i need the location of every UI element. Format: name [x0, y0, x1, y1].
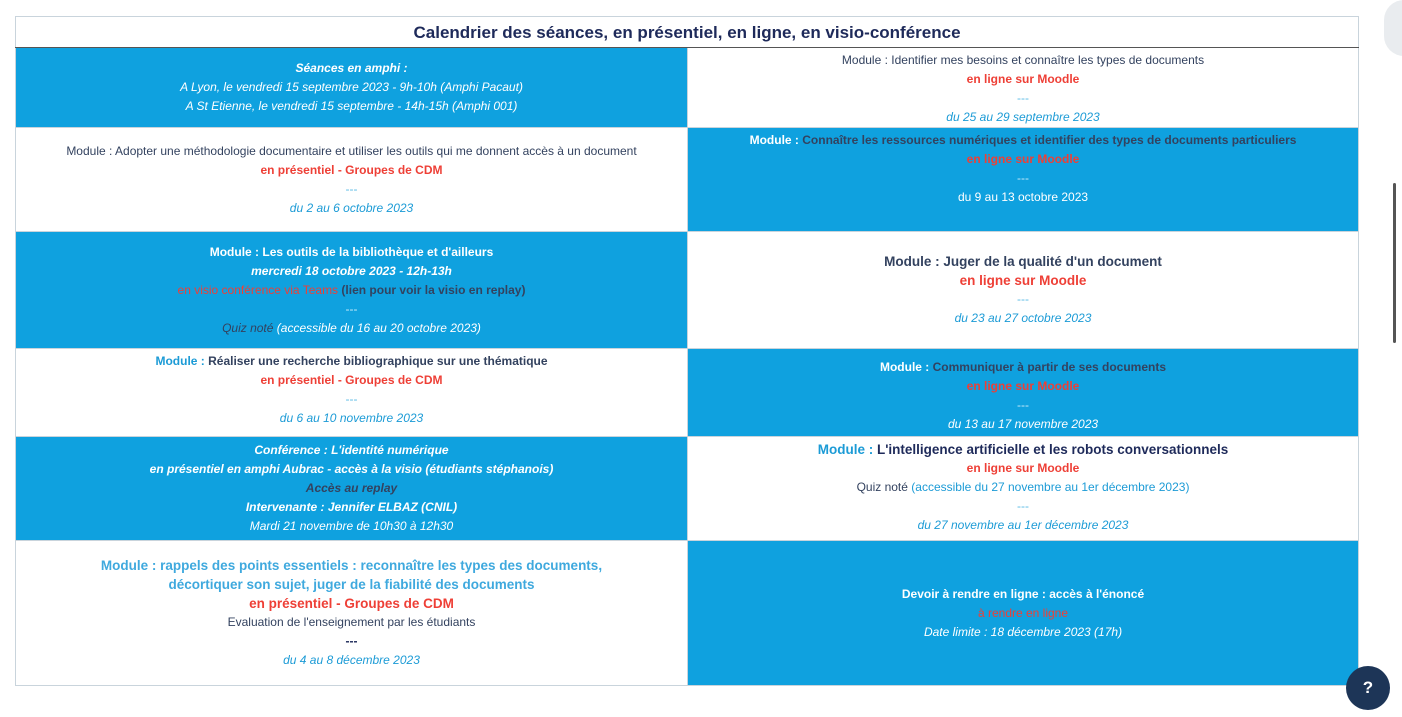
cell-date: du 4 au 8 décembre 2023: [283, 653, 420, 667]
cell-module-title: Communiquer à partir de ses documents: [932, 360, 1167, 374]
module-prefix: Module :: [749, 133, 799, 147]
cell-title: Séances en amphi :: [295, 61, 408, 75]
top-right-pill: [1384, 0, 1402, 56]
replay-link[interactable]: Accès au replay: [18, 479, 685, 498]
module-prefix: Module :: [817, 442, 874, 457]
cell-mode: en ligne sur Moodle: [966, 461, 1080, 475]
separator: ---: [1017, 91, 1029, 105]
table-row: Module : Réaliser une recherche bibliogr…: [15, 348, 1360, 437]
cell-module-qualite: Module : Juger de la qualité d'un docume…: [686, 231, 1360, 349]
devoir-enonce-link[interactable]: Devoir à rendre en ligne : accès à l'éno…: [690, 585, 1356, 604]
cell-date: du 27 novembre au 1er décembre 2023: [917, 518, 1129, 532]
separator: ---: [1017, 398, 1029, 412]
cell-module-title-line2: décortiquer son sujet, juger de la fiabi…: [168, 577, 535, 592]
cell-mode: en ligne sur Moodle: [966, 72, 1080, 86]
table-header-row: Calendrier des séances, en présentiel, e…: [14, 16, 1360, 48]
cell-module-title: Réaliser une recherche bibliographique s…: [208, 354, 548, 368]
quiz-label: Quiz noté: [856, 480, 908, 494]
cell-mode: en ligne sur Moodle: [959, 273, 1087, 288]
quiz-note: (accessible du 27 novembre au 1er décemb…: [911, 480, 1190, 494]
cell-evaluation: Evaluation de l'enseignement par les étu…: [227, 615, 476, 629]
cell-date: Mardi 21 novembre de 10h30 à 12h30: [249, 519, 454, 533]
cell-module-title: Module : Adopter une méthodologie docume…: [66, 143, 637, 158]
cell-date: du 9 au 13 octobre 2023: [957, 190, 1089, 204]
teams-visio-link[interactable]: en visio conférence via Teams: [178, 283, 339, 297]
separator: ---: [1017, 292, 1029, 306]
separator: ---: [345, 634, 358, 648]
cell-module-rappels: Module : rappels des points essentiels :…: [15, 540, 688, 686]
scrollbar-thumb[interactable]: [1393, 183, 1396, 343]
cell-module-recherche: Module : Réaliser une recherche bibliogr…: [15, 348, 688, 437]
cell-module-title: L'intelligence artificielle et les robot…: [876, 442, 1229, 457]
cell-deadline: Date limite : 18 décembre 2023 (17h): [923, 624, 1123, 639]
cell-date: du 2 au 6 octobre 2023: [289, 200, 414, 215]
cell-mode: en présentiel - Groupes de CDM: [260, 162, 443, 177]
quiz-label: Quiz noté: [222, 320, 274, 335]
separator: ---: [345, 392, 358, 406]
cell-where: en présentiel en amphi Aubrac - accès à …: [149, 462, 554, 476]
table-row: Conférence : L'identité numérique en pré…: [15, 436, 1360, 541]
cell-module-title: Module : Identifier mes besoins et conna…: [841, 53, 1205, 67]
cell-mode: en ligne sur Moodle: [966, 379, 1080, 393]
calendar-title: Calendrier des séances, en présentiel, e…: [14, 16, 1360, 48]
cell-devoir: Devoir à rendre en ligne : accès à l'éno…: [686, 540, 1360, 686]
separator: ---: [1017, 171, 1029, 185]
cell-speaker: Intervenante : Jennifer ELBAZ (CNIL): [245, 500, 458, 514]
cell-conference: Conférence : L'identité numérique en pré…: [15, 436, 688, 541]
table-row: Module : Les outils de la bibliothèque e…: [15, 231, 1360, 349]
table-row: Séances en amphi : A Lyon, le vendredi 1…: [15, 47, 1360, 128]
separator: ---: [345, 301, 358, 316]
cell-mode: en présentiel - Groupes de CDM: [260, 373, 443, 387]
table-row: Module : rappels des points essentiels :…: [15, 540, 1360, 686]
cell-date: du 25 au 29 septembre 2023: [946, 110, 1100, 124]
cell-title: Conférence : L'identité numérique: [254, 443, 449, 457]
cell-module-ia: Module : L'intelligence artificielle et …: [686, 436, 1360, 541]
cell-date: du 13 au 17 novembre 2023: [947, 417, 1099, 431]
module-prefix: Module :: [155, 354, 205, 368]
cell-mode: en présentiel - Groupes de CDM: [249, 596, 454, 611]
replay-link[interactable]: (lien pour voir la visio en replay): [341, 283, 525, 297]
quiz-note: (accessible du 16 au 20 octobre 2023): [276, 320, 481, 335]
cell-module-title-line1: Module : rappels des points essentiels :…: [100, 558, 603, 573]
cell-module-title: Module : Juger de la qualité d'un docume…: [884, 254, 1162, 269]
cell-seances-amphi: Séances en amphi : A Lyon, le vendredi 1…: [15, 47, 688, 128]
separator: ---: [1017, 499, 1029, 513]
table-row: Module : Adopter une méthodologie docume…: [15, 127, 1360, 232]
cell-module-besoins: Module : Identifier mes besoins et conna…: [686, 47, 1360, 128]
cell-module-communiquer: Module : Communiquer à partir de ses doc…: [686, 348, 1360, 437]
separator: ---: [345, 181, 358, 196]
cell-module-methodologie: Module : Adopter une méthodologie docume…: [15, 127, 688, 232]
cell-mode: en ligne sur Moodle: [966, 152, 1080, 166]
cell-module-outils: Module : Les outils de la bibliothèque e…: [15, 231, 688, 349]
cell-module-title: Connaître les ressources numériques et i…: [802, 133, 1297, 147]
cell-module-ressources: Module : Connaître les ressources numéri…: [686, 127, 1360, 232]
cell-lyon-session: A Lyon, le vendredi 15 septembre 2023 - …: [180, 80, 523, 94]
cell-date: du 23 au 27 octobre 2023: [954, 311, 1092, 325]
cell-date: du 6 au 10 novembre 2023: [279, 411, 424, 425]
cell-when: mercredi 18 octobre 2023 - 12h-13h: [251, 263, 452, 278]
help-button[interactable]: ?: [1346, 666, 1390, 710]
cell-mode: à rendre en ligne: [977, 605, 1069, 620]
module-prefix: Module :: [879, 360, 930, 374]
calendar-table: Calendrier des séances, en présentiel, e…: [14, 16, 1360, 686]
cell-module-title: Module : Les outils de la bibliothèque e…: [209, 244, 494, 259]
cell-stetienne-session: A St Etienne, le vendredi 15 septembre -…: [185, 99, 518, 113]
